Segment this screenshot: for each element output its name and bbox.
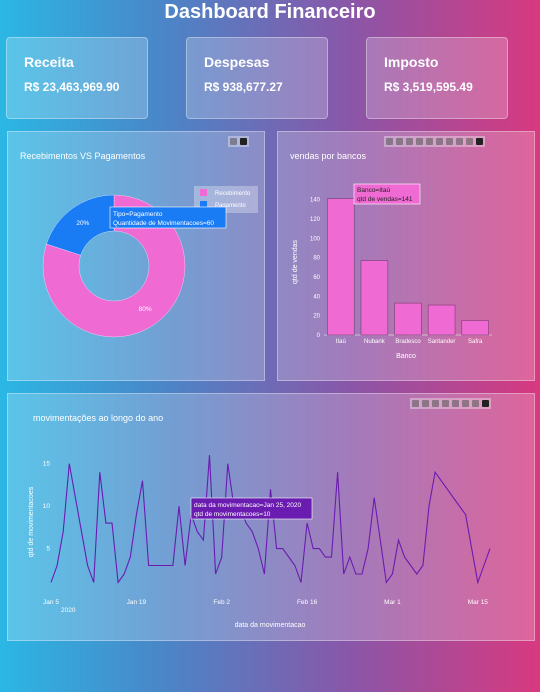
line-x-tick-label: Mar 1: [384, 599, 401, 606]
card-receita-label: Receita: [24, 54, 74, 70]
card-imposto-value: R$ 3,519,595.49: [384, 80, 473, 94]
bar-chart: 0 20 40 60 80 100 120 140 Itaú Nubank Bradesco Sant…: [292, 183, 492, 360]
card-despesas: Despesas R$ 938,677.27: [186, 37, 328, 119]
card-receita: Receita R$ 23,463,969.90: [6, 37, 148, 119]
line-tooltip-line1: data da movimentacao=Jan 25, 2020: [194, 502, 302, 509]
card-imposto-label: Imposto: [384, 54, 439, 70]
line-y-tick-label: 5: [46, 546, 50, 553]
bar-x-tick-label: Santander: [428, 339, 456, 345]
line-x-tick-label: Jan 5: [43, 599, 59, 606]
bar-y-tick-label: 80: [313, 256, 320, 262]
bar-x-tick-label: Bradesco: [395, 339, 421, 345]
pie-percent-label: 20%: [76, 220, 89, 227]
line-y-axis-label: qtd de movimentacoes: [28, 486, 35, 557]
pie-hover-tooltip: Tipo=Pagamento Quantidade de Movimentaco…: [109, 206, 227, 229]
bar-santander: [427, 304, 456, 336]
pie-percent-label: 80%: [139, 306, 152, 313]
pie-tooltip-line2: Quantidade de Movimentacoes=60: [113, 220, 214, 227]
bar-x-tick-label: Nubank: [364, 339, 386, 345]
bar-hover-tooltip: Banco=Itaú qtd de vendas=141: [353, 183, 421, 205]
line-chart-panel: movimentações ao longo do ano 5 10 15 Jan 5…: [7, 393, 535, 641]
bar-y-tick-label: 120: [310, 217, 321, 223]
bar-x-tick-label: Safra: [468, 339, 483, 345]
bar-x-tick-label: Itaú: [336, 339, 346, 345]
dashboard-title: Dashboard Financeiro: [164, 1, 376, 23]
pie-legend-label: Recebimento: [215, 191, 251, 197]
bar-x-axis-label: Banco: [396, 353, 416, 360]
line-y-tick-label: 10: [43, 503, 51, 510]
pie-legend-swatch: [200, 189, 207, 196]
line-x-tick-label: Feb 16: [297, 599, 318, 606]
bar-y-tick-label: 140: [310, 198, 321, 204]
bar-y-tick-label: 60: [313, 275, 320, 281]
card-receita-value: R$ 23,463,969.90: [24, 80, 120, 94]
line-chart: 5 10 15 Jan 5 Jan 19 Feb 2 Feb 16 Mar 1 Mar 15 2…: [28, 455, 491, 629]
bar-bradesco: [394, 302, 422, 336]
line-x-axis-label: data da movimentacao: [235, 622, 306, 629]
bar-nubank: [360, 260, 389, 336]
pie-chart: RecebimentoPagamento 80%20% Tipo=Pagamen…: [42, 186, 258, 338]
line-x-tick-label: Jan 19: [127, 599, 147, 606]
line-x-tick-label: Feb 2: [213, 599, 230, 606]
card-despesas-label: Despesas: [204, 54, 270, 70]
bar-y-axis-label: qtd de vendas: [292, 240, 299, 284]
line-x-year-label: 2020: [61, 607, 76, 614]
bar-safra: [461, 320, 489, 336]
card-despesas-value: R$ 938,677.27: [204, 80, 283, 94]
bar-tooltip-line2: qtd de vendas=141: [357, 196, 413, 203]
line-x-tick-label: Mar 15: [468, 599, 489, 606]
bar-chart-panel: vendas por bancos 0 20 40 60 80 100 120 140 Itaú…: [277, 131, 535, 381]
bar-y-tick-label: 0: [317, 333, 321, 339]
line-tooltip-line2: qtd de movimentacoes=10: [194, 511, 271, 518]
pie-chart-panel: Recebimentos VS Pagamentos Recebimento Pa…: [7, 131, 265, 381]
bar-tooltip-line1: Banco=Itaú: [357, 187, 390, 194]
card-imposto: Imposto R$ 3,519,595.49: [366, 37, 508, 119]
pie-tooltip-line1: Tipo=Pagamento: [113, 211, 163, 218]
line-y-tick-label: 15: [43, 461, 51, 468]
bar-y-tick-label: 20: [313, 314, 320, 320]
line-hover-tooltip: data da movimentacao=Jan 25, 2020 qtd de…: [190, 497, 313, 520]
bar-y-tick-label: 40: [313, 294, 320, 300]
bar-itaú: [327, 198, 355, 336]
bar-y-tick-label: 100: [310, 236, 321, 242]
